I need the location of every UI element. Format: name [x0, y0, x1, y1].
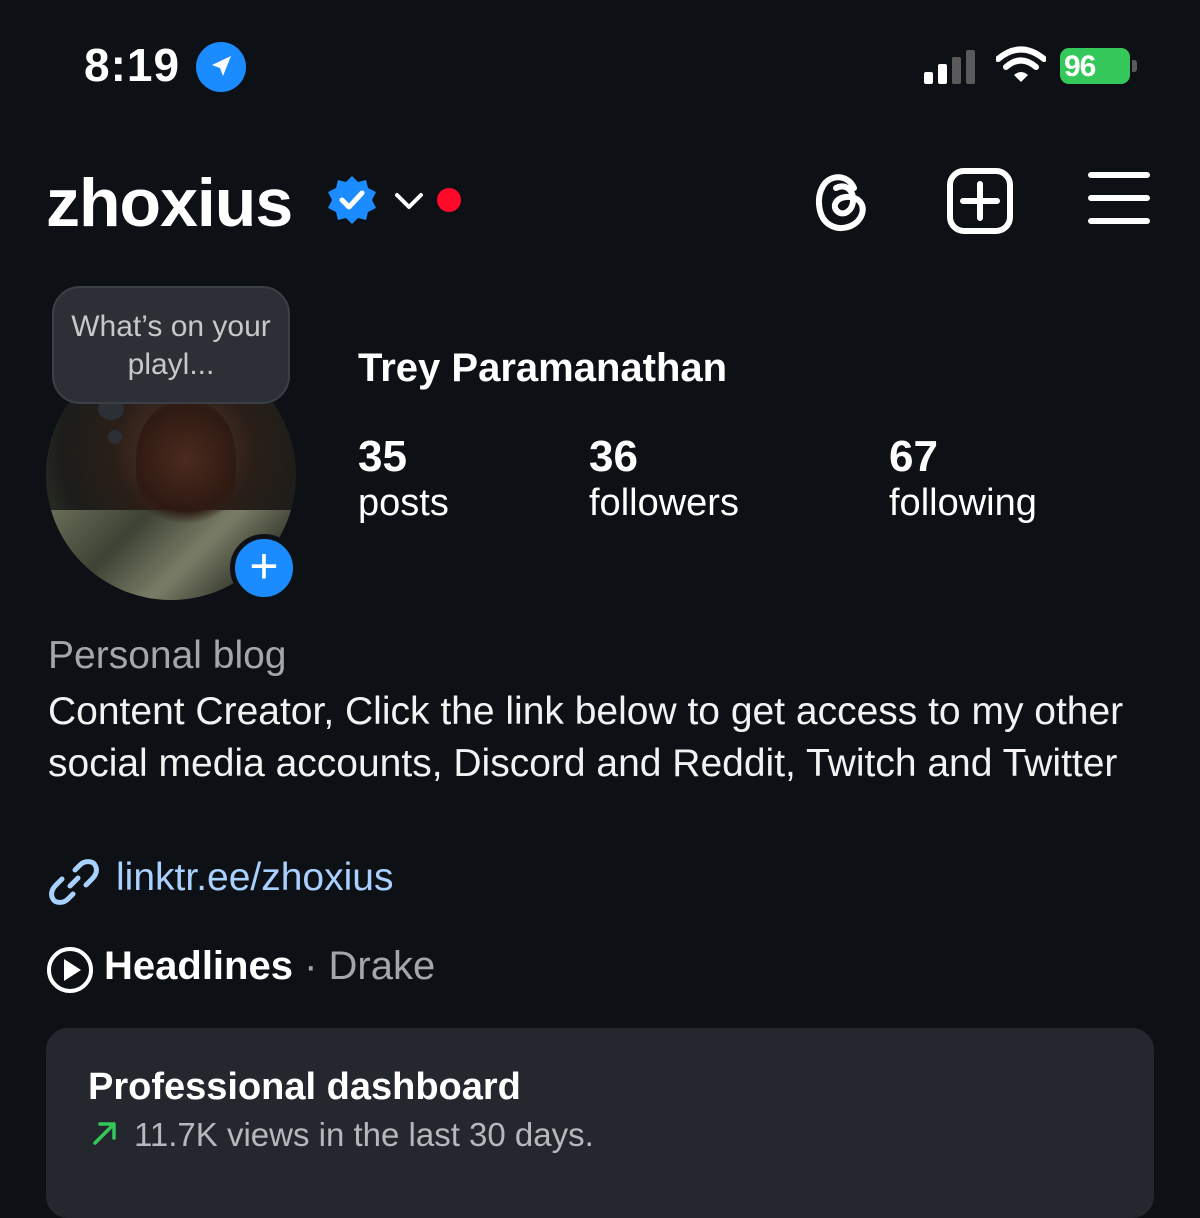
profile-music[interactable]: Headlines · Drake	[104, 944, 435, 989]
wifi-icon	[996, 46, 1046, 82]
stat-followers-count: 36	[589, 432, 638, 481]
threads-icon[interactable]	[808, 166, 872, 234]
stat-following-label: following	[889, 482, 1037, 524]
verified-badge-icon	[328, 176, 376, 224]
profile-bio: Content Creator, Click the link below to…	[48, 690, 1124, 785]
dashboard-subtitle: 11.7K views in the last 30 days.	[134, 1116, 594, 1153]
location-arrow-icon	[196, 42, 246, 92]
play-circle-icon[interactable]	[46, 946, 94, 994]
profile-link[interactable]: linktr.ee/zhoxius	[116, 856, 393, 900]
stat-posts[interactable]: 35 posts	[358, 432, 449, 525]
stat-followers[interactable]: 36 followers	[589, 432, 739, 525]
stat-posts-count: 35	[358, 432, 407, 481]
battery-indicator: 96	[1060, 48, 1137, 84]
create-post-icon[interactable]	[946, 168, 1014, 234]
dashboard-title: Professional dashboard	[88, 1066, 521, 1108]
battery-level: 96	[1064, 50, 1096, 83]
note-bubble-tail	[108, 430, 122, 444]
status-time: 8:19	[84, 39, 181, 91]
trend-up-arrow-icon	[93, 1122, 116, 1145]
link-icon	[49, 859, 99, 905]
profile-category: Personal blog	[48, 634, 287, 677]
song-title: Headlines	[104, 944, 293, 988]
stat-posts-label: posts	[358, 482, 449, 524]
profile-note-text: What’s on your playl...	[71, 310, 271, 381]
stat-following-count: 67	[889, 432, 938, 481]
stat-followers-label: followers	[589, 482, 739, 524]
profile-full-name: Trey Paramanathan	[358, 346, 728, 390]
chevron-down-icon[interactable]	[392, 186, 426, 216]
profile-username[interactable]: zhoxius	[46, 164, 293, 242]
cellular-signal-icon	[924, 50, 975, 84]
stat-following[interactable]: 67 following	[889, 432, 1037, 525]
notification-dot	[437, 188, 461, 212]
hamburger-menu-icon[interactable]	[1088, 170, 1150, 226]
song-separator: ·	[304, 944, 318, 988]
add-story-button[interactable]: +	[230, 534, 298, 602]
profile-note-bubble[interactable]: What’s on your playl...	[52, 286, 290, 404]
song-artist: Drake	[328, 944, 436, 988]
